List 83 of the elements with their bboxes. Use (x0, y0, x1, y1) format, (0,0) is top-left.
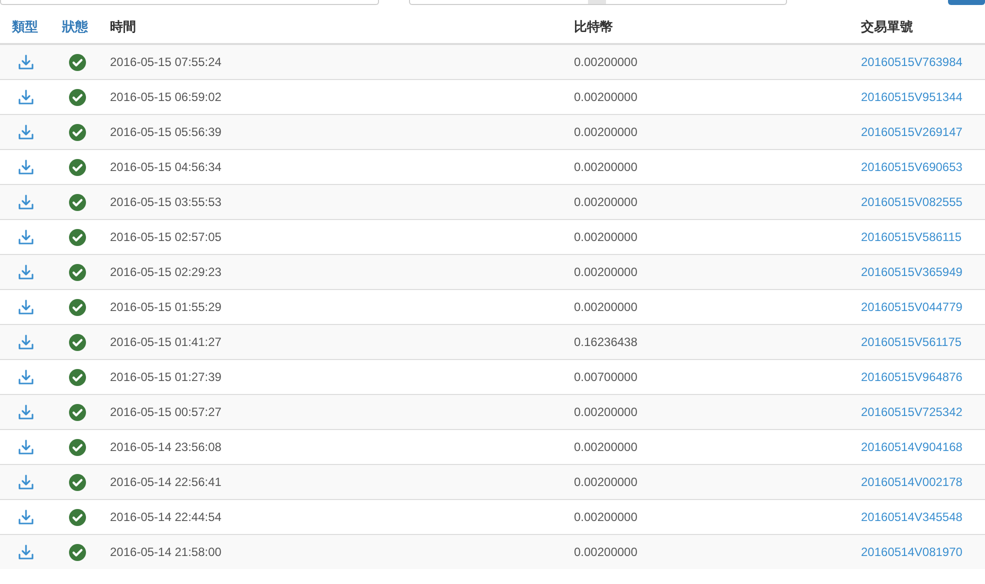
download-icon (18, 544, 34, 560)
download-icon (18, 54, 34, 70)
check-circle-icon (68, 474, 86, 490)
filter-field[interactable] (409, 0, 787, 5)
download-icon (18, 404, 34, 420)
time-cell: 2016-05-15 03:55:53 (110, 195, 222, 209)
check-circle-icon (68, 368, 86, 386)
download-icon (18, 439, 34, 455)
filter-field[interactable] (0, 0, 379, 5)
transaction-id-link[interactable]: 20160515V269147 (861, 125, 962, 139)
time-cell: 2016-05-15 05:56:39 (110, 125, 222, 139)
download-icon (18, 89, 34, 105)
bitcoin-amount: 0.00200000 (574, 475, 638, 489)
time-cell: 2016-05-15 02:29:23 (110, 265, 222, 279)
transaction-id-link[interactable]: 20160514V345548 (861, 510, 962, 524)
bitcoin-amount: 0.00200000 (574, 55, 638, 69)
check-circle-icon (68, 124, 86, 140)
filter-button[interactable] (948, 0, 985, 5)
check-circle-icon (68, 508, 86, 526)
download-icon (18, 194, 34, 210)
transaction-id-link[interactable]: 20160515V365949 (861, 265, 962, 279)
download-icon (18, 509, 34, 525)
download-icon (18, 159, 34, 175)
transaction-id-link[interactable]: 20160514V904168 (861, 440, 962, 454)
bitcoin-amount: 0.00200000 (574, 125, 638, 139)
check-circle-icon (68, 334, 86, 350)
transaction-id-link[interactable]: 20160515V586115 (861, 230, 962, 244)
time-cell: 2016-05-14 21:58:00 (110, 545, 222, 559)
bitcoin-amount: 0.00200000 (574, 265, 638, 279)
time-cell: 2016-05-15 00:57:27 (110, 405, 222, 419)
download-icon (18, 299, 34, 315)
check-circle-icon (68, 298, 86, 316)
check-circle-icon (68, 158, 86, 176)
transaction-id-link[interactable]: 20160515V763984 (861, 55, 962, 69)
check-circle-icon (68, 438, 86, 456)
download-icon (18, 334, 34, 350)
bitcoin-amount: 0.00200000 (574, 300, 638, 314)
column-header[interactable]: 狀態 (62, 18, 88, 34)
check-circle-icon (68, 228, 86, 246)
bitcoin-amount: 0.00200000 (574, 90, 638, 104)
check-circle-icon (68, 264, 86, 280)
time-cell: 2016-05-15 07:55:24 (110, 55, 222, 69)
transaction-id-link[interactable]: 20160515V044779 (861, 300, 962, 314)
bitcoin-amount: 0.00200000 (574, 510, 638, 524)
transaction-id-link[interactable]: 20160515V951344 (861, 90, 962, 104)
download-icon (18, 369, 34, 385)
column-header: 時間 (110, 18, 136, 34)
check-circle-icon (68, 544, 86, 560)
check-circle-icon (68, 88, 86, 106)
download-icon (18, 264, 34, 280)
bitcoin-amount: 0.00200000 (574, 405, 638, 419)
time-cell: 2016-05-15 01:55:29 (110, 300, 222, 314)
column-header[interactable]: 類型 (12, 18, 38, 34)
check-circle-icon (68, 194, 86, 210)
time-cell: 2016-05-14 23:56:08 (110, 440, 222, 454)
bitcoin-amount: 0.00200000 (574, 545, 638, 559)
time-cell: 2016-05-15 02:57:05 (110, 230, 222, 244)
download-icon (18, 229, 34, 245)
time-cell: 2016-05-15 06:59:02 (110, 90, 222, 104)
time-cell: 2016-05-15 04:56:34 (110, 160, 222, 174)
bitcoin-amount: 0.00700000 (574, 370, 638, 384)
column-header: 交易單號 (861, 18, 913, 34)
download-icon (18, 124, 34, 140)
download-icon (18, 474, 34, 490)
bitcoin-amount: 0.00200000 (574, 230, 638, 244)
check-circle-icon (68, 404, 86, 420)
transaction-id-link[interactable]: 20160515V561175 (861, 335, 962, 349)
time-cell: 2016-05-14 22:44:54 (110, 510, 222, 524)
transaction-id-link[interactable]: 20160515V082555 (861, 195, 962, 209)
time-cell: 2016-05-15 01:27:39 (110, 370, 222, 384)
column-header: 比特幣 (574, 18, 613, 34)
transaction-id-link[interactable]: 20160514V081970 (861, 545, 962, 559)
bitcoin-amount: 0.16236438 (574, 335, 638, 349)
transaction-id-link[interactable]: 20160514V002178 (861, 475, 962, 489)
transaction-id-link[interactable]: 20160515V725342 (861, 405, 962, 419)
time-cell: 2016-05-15 01:41:27 (110, 335, 222, 349)
bitcoin-amount: 0.00200000 (574, 440, 638, 454)
check-circle-icon (68, 54, 86, 70)
bitcoin-amount: 0.00200000 (574, 160, 638, 174)
bitcoin-amount: 0.00200000 (574, 195, 638, 209)
transaction-id-link[interactable]: 20160515V964876 (861, 370, 962, 384)
transaction-id-link[interactable]: 20160515V690653 (861, 160, 962, 174)
time-cell: 2016-05-14 22:56:41 (110, 475, 222, 489)
